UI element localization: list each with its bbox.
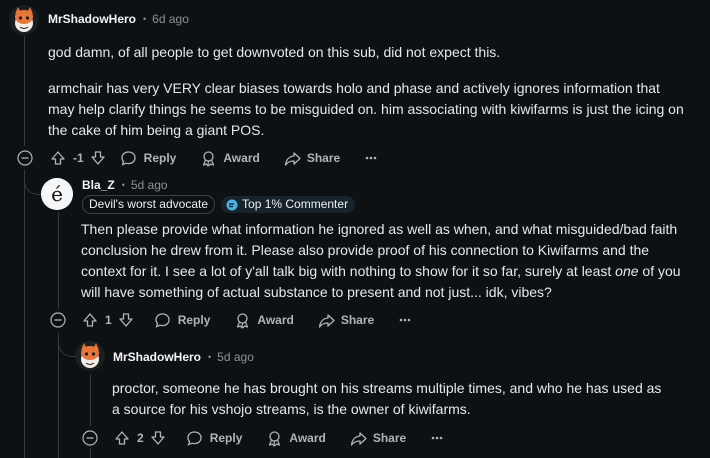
award-label: Award bbox=[257, 313, 294, 327]
avatar[interactable]: é bbox=[41, 178, 73, 210]
vote-score: 1 bbox=[105, 313, 112, 327]
share-label: Share bbox=[306, 151, 341, 165]
avatar[interactable] bbox=[75, 341, 105, 371]
comment-text: armchair has very VERY clear biases towa… bbox=[48, 80, 684, 138]
reply-bubble-icon bbox=[121, 150, 136, 166]
comment-meta: MrShadowHero • 5d ago bbox=[113, 350, 254, 364]
collapse-minus-icon[interactable] bbox=[17, 150, 33, 166]
reply-label: Reply bbox=[209, 431, 243, 445]
reply-bubble-icon bbox=[187, 430, 202, 446]
share-button[interactable]: Share bbox=[318, 312, 374, 329]
award-label: Award bbox=[223, 151, 260, 165]
thread-line bbox=[24, 170, 25, 458]
svg-text:é: é bbox=[51, 182, 63, 206]
award-button[interactable]: Award bbox=[266, 430, 326, 447]
emphasis: one bbox=[615, 263, 639, 279]
reply-bubble-icon bbox=[155, 312, 170, 328]
more-dots-icon bbox=[399, 318, 411, 322]
author-name[interactable]: MrShadowHero bbox=[48, 12, 136, 26]
collapse-minus-icon[interactable] bbox=[50, 312, 66, 328]
author-name[interactable]: MrShadowHero bbox=[113, 350, 201, 364]
award-button[interactable]: Award bbox=[234, 312, 294, 329]
reply-label: Reply bbox=[177, 313, 211, 327]
e-letter-avatar: é bbox=[41, 178, 73, 210]
reply-button[interactable]: Reply bbox=[120, 150, 177, 167]
timestamp[interactable]: 5d ago bbox=[131, 178, 168, 192]
upvote-button[interactable] bbox=[114, 430, 130, 446]
vote-score: -1 bbox=[73, 151, 84, 165]
separator-dot: • bbox=[208, 352, 212, 362]
upvote-button[interactable] bbox=[50, 150, 66, 166]
share-label: Share bbox=[372, 431, 407, 445]
upvote-icon bbox=[51, 151, 65, 165]
downvote-button[interactable] bbox=[150, 430, 166, 446]
comment-actions: -1 Reply Award Share bbox=[50, 148, 378, 168]
award-icon bbox=[237, 312, 249, 329]
vote-score: 2 bbox=[137, 431, 144, 445]
award-icon bbox=[203, 150, 215, 167]
downvote-icon bbox=[151, 431, 165, 445]
share-label: Share bbox=[340, 313, 375, 327]
avatar[interactable] bbox=[9, 5, 39, 35]
badge-label: Top 1% Commenter bbox=[242, 197, 349, 211]
award-button[interactable]: Award bbox=[200, 150, 260, 167]
more-dots-icon bbox=[365, 156, 377, 160]
top-commenter-badge[interactable]: Top 1% Commenter bbox=[221, 196, 356, 213]
timestamp[interactable]: 5d ago bbox=[217, 350, 254, 364]
comment-meta: MrShadowHero • 6d ago bbox=[48, 12, 189, 26]
share-arrow-icon bbox=[318, 313, 335, 328]
commenter-badge-icon bbox=[226, 199, 238, 210]
thread-line bbox=[24, 36, 25, 146]
comment-text: proctor, someone he has brought on his s… bbox=[112, 380, 662, 417]
downvote-icon bbox=[119, 313, 133, 327]
more-options-button[interactable] bbox=[430, 431, 444, 445]
comment-meta: Bla_Z • 5d ago bbox=[82, 178, 168, 192]
more-dots-icon bbox=[431, 436, 443, 440]
thread-line bbox=[58, 212, 59, 309]
reply-button[interactable]: Reply bbox=[154, 312, 211, 329]
more-options-button[interactable] bbox=[398, 313, 412, 327]
timestamp[interactable]: 6d ago bbox=[152, 12, 189, 26]
downvote-icon bbox=[91, 151, 105, 165]
downvote-button[interactable] bbox=[118, 312, 134, 328]
thread-line bbox=[58, 333, 59, 458]
comment-text: god damn, of all people to get downvoted… bbox=[48, 44, 501, 60]
author-name[interactable]: Bla_Z bbox=[82, 178, 115, 192]
share-button[interactable]: Share bbox=[350, 430, 406, 447]
share-button[interactable]: Share bbox=[284, 150, 340, 167]
snoo-avatar bbox=[75, 341, 105, 371]
text-segment: Then please provide what information he … bbox=[81, 221, 678, 279]
collapse-minus-icon[interactable] bbox=[82, 430, 98, 446]
upvote-button[interactable] bbox=[82, 312, 98, 328]
share-arrow-icon bbox=[350, 431, 367, 446]
comment-actions: 2 Reply Award Share bbox=[114, 428, 444, 448]
more-options-button[interactable] bbox=[364, 151, 378, 165]
share-arrow-icon bbox=[284, 151, 301, 166]
comment-text: Then please provide what information he … bbox=[81, 219, 681, 303]
user-flair: Devil's worst advocate bbox=[82, 195, 216, 214]
downvote-button[interactable] bbox=[90, 150, 106, 166]
thread-line bbox=[90, 448, 91, 458]
badge-row: Devil's worst advocate Top 1% Commenter bbox=[82, 195, 356, 214]
snoo-avatar bbox=[9, 5, 39, 35]
separator-dot: • bbox=[121, 180, 125, 190]
comment-actions: 1 Reply Award Share bbox=[82, 310, 412, 330]
award-label: Award bbox=[289, 431, 326, 445]
upvote-icon bbox=[115, 431, 129, 445]
reply-button[interactable]: Reply bbox=[186, 430, 243, 447]
separator-dot: • bbox=[143, 14, 147, 24]
upvote-icon bbox=[83, 313, 97, 327]
reply-label: Reply bbox=[143, 151, 177, 165]
thread-line bbox=[90, 374, 91, 426]
award-icon bbox=[269, 430, 281, 447]
